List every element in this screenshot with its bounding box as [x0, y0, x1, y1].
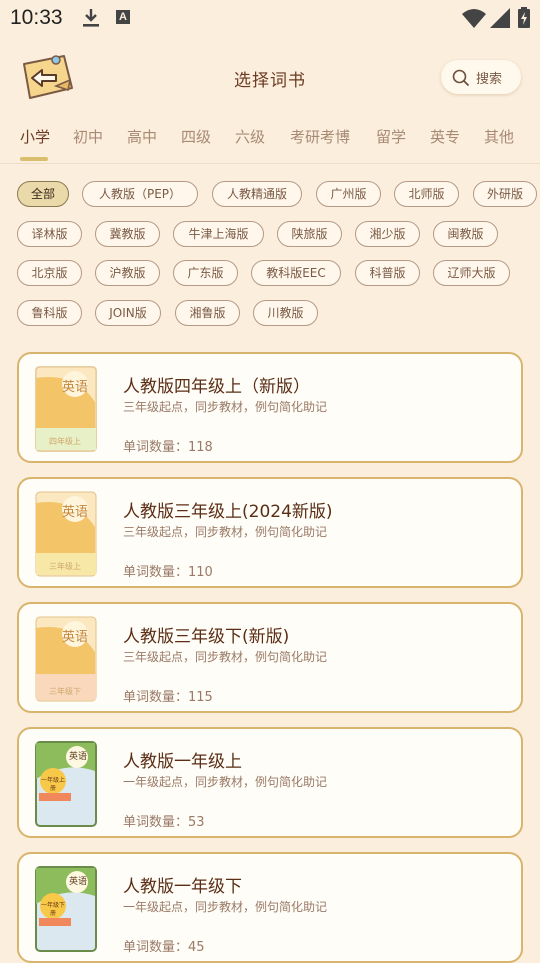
book-cover-grade: 三年级上	[49, 562, 81, 571]
category-tabs: 小学 初中 高中 四级 六级 考研考博 留学 英专 其他	[0, 118, 540, 162]
filter-chip[interactable]: 广州版	[316, 181, 381, 207]
filter-chip[interactable]: 闽教版	[433, 221, 498, 247]
book-card[interactable]: 英语 三年级上 人教版三年级上(2024新版) 三年级起点，同步教材，例句简化助…	[17, 477, 523, 588]
battery-icon	[518, 7, 530, 28]
tab-senior-high[interactable]: 高中	[127, 126, 157, 147]
status-bar: 10:33 A	[0, 0, 540, 36]
book-cover-grade: 一年级下册	[41, 902, 66, 917]
filter-chip-all[interactable]: 全部	[17, 181, 69, 207]
book-cover-grade: 四年级上	[49, 437, 81, 446]
filter-chip[interactable]: 人教版（PEP）	[82, 181, 198, 207]
book-title: 人教版一年级上	[123, 752, 242, 772]
filter-chip[interactable]: 译林版	[17, 221, 82, 247]
filter-chip[interactable]: 北京版	[17, 260, 82, 286]
search-label: 搜索	[476, 72, 503, 87]
book-title: 人教版三年级上(2024新版)	[123, 502, 333, 522]
tab-english-major[interactable]: 英专	[430, 126, 460, 147]
book-word-count: 单词数量：53	[123, 815, 205, 830]
filter-chip[interactable]: 陕旅版	[277, 221, 342, 247]
book-description: 一年级起点，同步教材，例句简化助记	[123, 900, 328, 914]
filter-chip[interactable]: 牛津上海版	[173, 221, 264, 247]
book-cover-title: 英语	[62, 630, 89, 645]
filter-chip[interactable]: 冀教版	[95, 221, 160, 247]
filter-chip[interactable]: 人教精通版	[212, 181, 302, 207]
tab-postgraduate[interactable]: 考研考博	[290, 126, 350, 147]
active-tab-indicator	[20, 157, 48, 161]
book-description: 三年级起点，同步教材，例句简化助记	[123, 400, 328, 414]
status-time: 10:33	[10, 6, 63, 29]
book-cover-grade: 三年级下	[49, 687, 81, 696]
book-cover-image: 英语 三年级上	[35, 491, 97, 577]
tab-primary[interactable]: 小学	[20, 126, 50, 147]
book-card[interactable]: 英语 三年级下 人教版三年级下(新版) 三年级起点，同步教材，例句简化助记 单词…	[17, 602, 523, 713]
book-cover-image: 英语 一年级上册	[35, 741, 97, 827]
book-cover-title: 英语	[62, 380, 89, 395]
book-card[interactable]: 英语 一年级下册 人教版一年级下 一年级起点，同步教材，例句简化助记 单词数量：…	[17, 852, 523, 963]
filter-chip[interactable]: 科普版	[355, 260, 420, 286]
book-card[interactable]: 英语 一年级上册 人教版一年级上 一年级起点，同步教材，例句简化助记 单词数量：…	[17, 727, 523, 838]
a-icon: A	[116, 10, 130, 24]
book-card[interactable]: 英语 四年级上 人教版四年级上（新版） 三年级起点，同步教材，例句简化助记 单词…	[17, 352, 523, 463]
search-button[interactable]: 搜索	[441, 60, 521, 94]
book-cover-grade: 一年级上册	[41, 777, 66, 792]
filter-chip[interactable]: 辽师大版	[433, 260, 510, 286]
book-word-count: 单词数量：110	[123, 565, 213, 580]
filter-chip[interactable]: 北师版	[394, 181, 459, 207]
tab-other[interactable]: 其他	[484, 126, 514, 147]
tab-cet4[interactable]: 四级	[181, 126, 211, 147]
book-cover-image: 英语 四年级上	[35, 366, 97, 452]
filter-chip[interactable]: 沪教版	[95, 260, 160, 286]
filter-chip[interactable]: 湘少版	[355, 221, 420, 247]
signal-icon	[490, 8, 510, 28]
wifi-icon	[462, 9, 486, 28]
book-description: 三年级起点，同步教材，例句简化助记	[123, 650, 328, 664]
book-word-count: 单词数量：118	[123, 440, 213, 455]
book-cover-image: 英语 一年级下册	[35, 866, 97, 952]
filter-chip[interactable]: 广东版	[173, 260, 238, 286]
download-icon	[83, 9, 99, 27]
filter-chip[interactable]: 教科版EEC	[251, 260, 341, 286]
tab-study-abroad[interactable]: 留学	[376, 126, 406, 147]
filter-chip[interactable]: 外研版	[473, 181, 537, 207]
search-icon	[452, 69, 470, 87]
tab-junior-high[interactable]: 初中	[73, 126, 103, 147]
tab-cet6[interactable]: 六级	[235, 126, 265, 147]
book-description: 三年级起点，同步教材，例句简化助记	[123, 525, 328, 539]
book-cover-title: 英语	[62, 505, 89, 520]
book-title: 人教版一年级下	[123, 877, 242, 897]
book-title: 人教版三年级下(新版)	[123, 627, 290, 647]
filter-chip[interactable]: 湘鲁版	[175, 300, 240, 326]
filter-chip[interactable]: JOIN版	[95, 300, 161, 326]
book-word-count: 单词数量：45	[123, 940, 205, 955]
book-cover-title: 英语	[69, 752, 88, 762]
book-title: 人教版四年级上（新版）	[123, 377, 310, 397]
book-cover-image: 英语 三年级下	[35, 616, 97, 702]
book-word-count: 单词数量：115	[123, 690, 213, 705]
book-description: 一年级起点，同步教材，例句简化助记	[123, 775, 328, 789]
tabs-divider	[0, 163, 540, 164]
filter-chip[interactable]: 鲁科版	[17, 300, 82, 326]
filter-chip[interactable]: 川教版	[253, 300, 318, 326]
book-cover-title: 英语	[69, 877, 88, 887]
